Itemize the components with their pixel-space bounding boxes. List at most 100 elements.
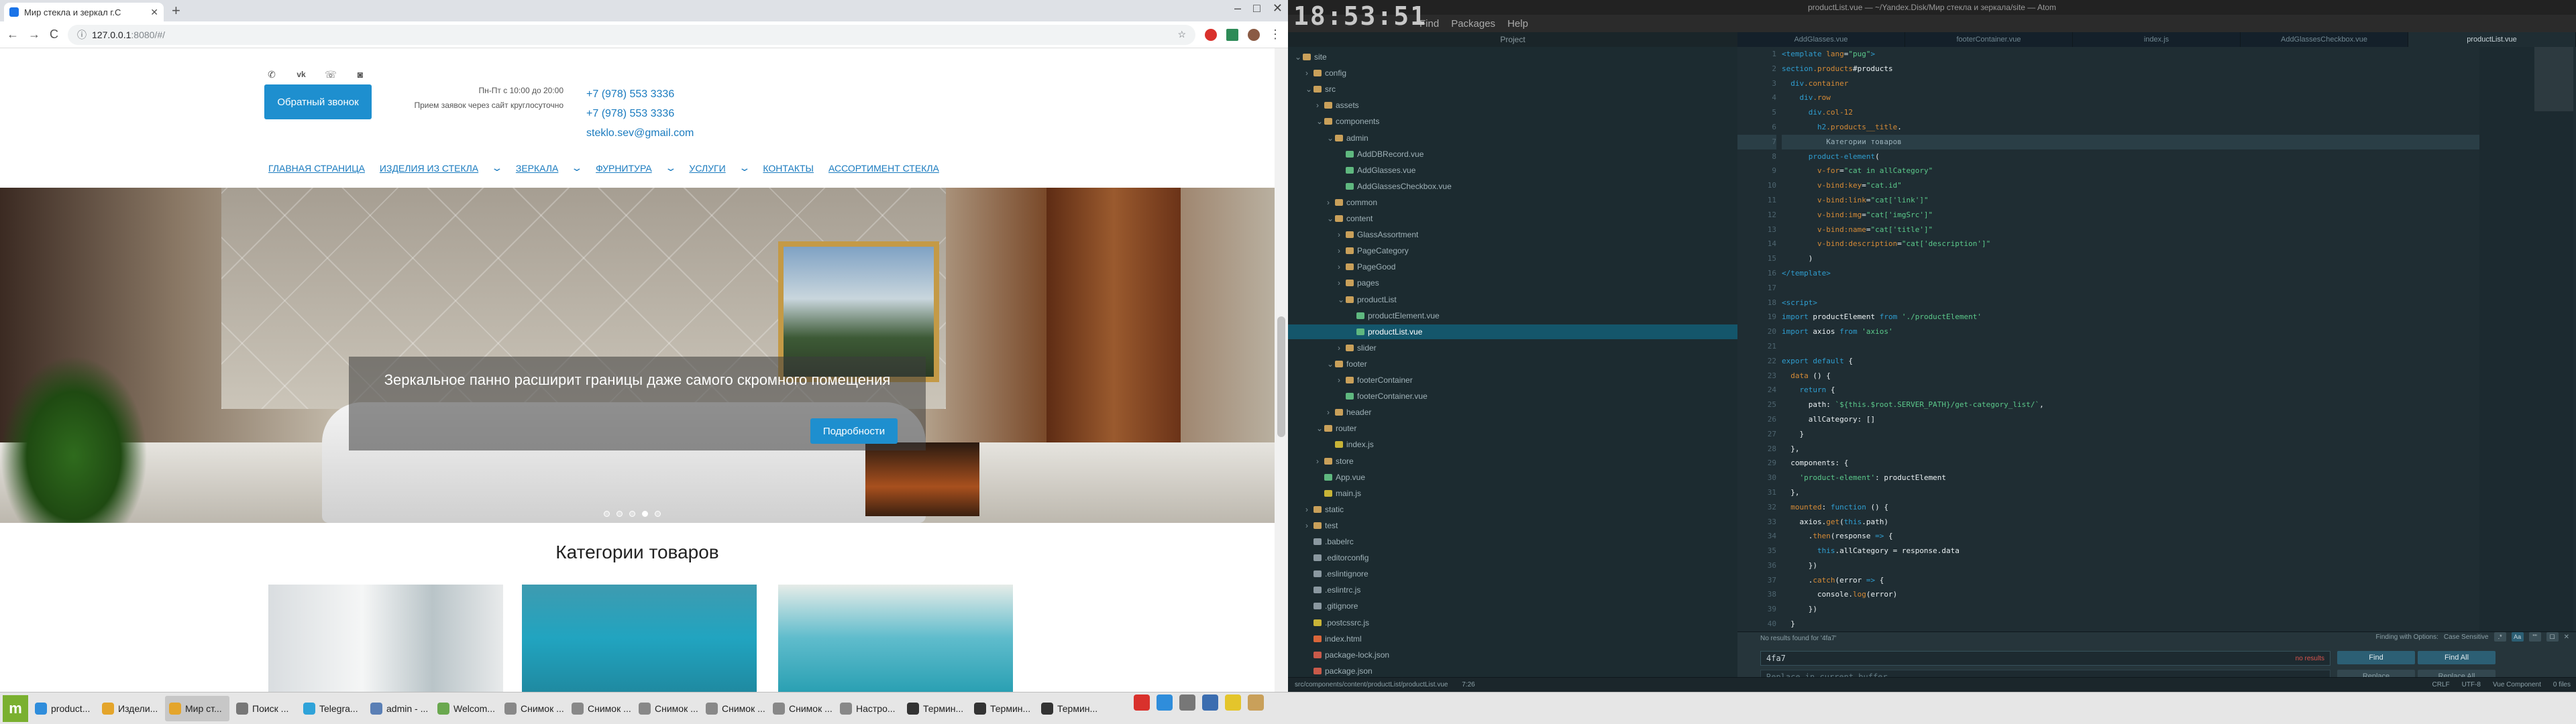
cursor-position[interactable]: 7:26 xyxy=(1462,681,1474,688)
whatsapp-icon[interactable]: ✆ xyxy=(264,67,279,82)
nav-link[interactable]: ФУРНИТУРА xyxy=(596,163,652,174)
regex-toggle[interactable]: .* xyxy=(2493,632,2506,642)
tree-item-folder[interactable]: ⌄ site xyxy=(1295,50,1327,64)
nav-link[interactable]: ГЛАВНАЯ СТРАНИЦА xyxy=(268,163,365,174)
taskbar-item[interactable]: Настро... xyxy=(836,696,900,721)
vue-devtools-icon[interactable] xyxy=(1226,28,1238,41)
instagram-icon[interactable]: ◙ xyxy=(353,67,368,82)
taskbar-item[interactable]: Издели... xyxy=(98,696,162,721)
whole-word-toggle[interactable]: "" xyxy=(2528,632,2541,642)
maximize-button[interactable]: □ xyxy=(1253,1,1260,15)
find-button[interactable]: Find xyxy=(2337,651,2415,664)
new-tab-button[interactable]: + xyxy=(172,3,180,19)
chevron-down-icon[interactable]: ⌄ xyxy=(571,162,584,174)
nav-link[interactable]: КОНТАКТЫ xyxy=(763,163,814,174)
browser-tab-active[interactable]: Мир стекла и зеркал г.С ✕ xyxy=(4,3,164,21)
phone-link[interactable]: +7 (978) 553 3336 xyxy=(586,104,694,123)
tree-item-dot[interactable]: .eslintrc.js xyxy=(1305,583,1360,597)
profile-avatar[interactable] xyxy=(1248,28,1260,41)
address-bar[interactable]: ⓘ 127.0.0.1 :8080/#/ ☆ xyxy=(68,24,1195,45)
taskbar-item[interactable]: Снимок ... xyxy=(769,696,833,721)
tray-icon[interactable] xyxy=(1225,695,1241,711)
tree-item-js[interactable]: .postcssrc.js xyxy=(1305,615,1369,630)
tray-icon[interactable] xyxy=(1157,695,1173,711)
callback-button[interactable]: Обратный звонок xyxy=(264,84,372,119)
tree-item-folder[interactable]: ⌄ content xyxy=(1327,211,1373,226)
taskbar-item[interactable]: Welcom... xyxy=(433,696,498,721)
taskbar-item[interactable]: Термин... xyxy=(903,696,967,721)
tree-item-json[interactable]: package-lock.json xyxy=(1305,648,1389,662)
carousel-dot[interactable] xyxy=(629,511,635,517)
taskbar-item[interactable]: admin - ... xyxy=(366,696,431,721)
tree-item-vue[interactable]: App.vue xyxy=(1316,470,1365,485)
taskbar-item[interactable]: Поиск ... xyxy=(232,696,297,721)
tree-item-dot[interactable]: .editorconfig xyxy=(1305,550,1368,565)
chevron-down-icon[interactable]: ⌄ xyxy=(491,162,504,174)
tree-item-folder[interactable]: ⌄ footer xyxy=(1327,357,1367,371)
taskbar-item[interactable]: Telegra... xyxy=(299,696,364,721)
tree-item-vue[interactable]: productList.vue xyxy=(1288,324,1737,339)
tree-item-folder[interactable]: › pages xyxy=(1338,276,1379,290)
tree-item-folder[interactable]: ⌄ admin xyxy=(1327,131,1368,145)
tree-item-folder[interactable]: › common xyxy=(1327,195,1377,210)
tree-item-folder[interactable]: ⌄ router xyxy=(1316,421,1356,436)
carousel-dot[interactable] xyxy=(655,511,661,517)
carousel-dot[interactable] xyxy=(604,511,610,517)
tree-item-vue[interactable]: productElement.vue xyxy=(1348,308,1440,323)
close-window-button[interactable]: ✕ xyxy=(1273,1,1283,15)
tree-item-html[interactable]: index.html xyxy=(1305,631,1362,646)
scrollbar-thumb[interactable] xyxy=(1277,316,1285,437)
tree-item-vue[interactable]: AddGlassesCheckbox.vue xyxy=(1338,179,1452,194)
carousel-dot[interactable] xyxy=(642,511,648,517)
taskbar-item[interactable]: product... xyxy=(31,696,95,721)
category-card-image[interactable] xyxy=(778,585,1013,692)
menu-help[interactable]: Help xyxy=(1507,18,1528,29)
editor-tab[interactable]: AddGlassesCheckbox.vue xyxy=(2241,32,2408,47)
phone-link[interactable]: +7 (978) 553 3336 xyxy=(586,84,694,104)
tree-item-folder[interactable]: › static xyxy=(1305,502,1344,517)
tree-item-folder[interactable]: › header xyxy=(1327,405,1371,420)
info-icon[interactable]: ⓘ xyxy=(77,28,87,42)
chrome-menu-icon[interactable]: ⋮ xyxy=(1269,27,1281,42)
page-scrollbar[interactable] xyxy=(1275,48,1288,692)
minimap[interactable] xyxy=(2479,47,2573,631)
tray-icon[interactable] xyxy=(1134,695,1150,711)
category-card-image[interactable] xyxy=(522,585,757,692)
tree-item-folder[interactable]: › GlassAssortment xyxy=(1338,227,1418,242)
file-encoding[interactable]: UTF-8 xyxy=(2462,681,2481,688)
tree-item-folder[interactable]: › PageCategory xyxy=(1338,243,1409,258)
opera-extension-icon[interactable] xyxy=(1205,28,1217,41)
tree-item-dot[interactable]: .eslintignore xyxy=(1305,566,1368,581)
taskbar-item[interactable]: Снимок ... xyxy=(500,696,565,721)
editor-tab[interactable]: footerContainer.vue xyxy=(1905,32,2073,47)
tree-item-js[interactable]: index.js xyxy=(1327,437,1374,452)
tree-item-vue[interactable]: footerContainer.vue xyxy=(1338,389,1428,404)
chevron-down-icon[interactable]: ⌄ xyxy=(664,162,677,174)
tree-item-folder[interactable]: › footerContainer xyxy=(1338,373,1413,387)
close-tab-icon[interactable]: ✕ xyxy=(150,7,158,18)
file-path[interactable]: src/components/content/productList/produ… xyxy=(1295,681,1448,688)
back-arrow-icon[interactable]: ← xyxy=(7,27,19,42)
close-find-icon[interactable]: ✕ xyxy=(2564,634,2569,641)
tree-item-folder[interactable]: › slider xyxy=(1338,341,1377,355)
tree-item-js[interactable]: main.js xyxy=(1316,486,1361,501)
tree-item-vue[interactable]: AddGlasses.vue xyxy=(1338,163,1415,178)
tree-item-folder[interactable]: ⌄ components xyxy=(1316,114,1379,129)
editor-tab[interactable]: productList.vue xyxy=(2408,32,2576,47)
menu-packages[interactable]: Packages xyxy=(1451,18,1495,29)
grammar-selector[interactable]: Vue Component xyxy=(2493,681,2541,688)
editor-tab[interactable]: AddGlasses.vue xyxy=(1737,32,1905,47)
tray-icon[interactable] xyxy=(1179,695,1195,711)
vk-icon[interactable]: vk xyxy=(294,67,309,82)
editor-tab[interactable]: index.js xyxy=(2073,32,2241,47)
minimize-button[interactable]: – xyxy=(1234,1,1241,15)
tree-item-folder[interactable]: › store xyxy=(1316,454,1354,469)
selection-only-toggle[interactable]: ☐ xyxy=(2546,632,2559,642)
find-all-button[interactable]: Find All xyxy=(2418,651,2496,664)
nav-link[interactable]: УСЛУГИ xyxy=(689,163,725,174)
line-ending[interactable]: CRLF xyxy=(2432,681,2450,688)
taskbar-item[interactable]: Мир ст... xyxy=(165,695,229,721)
case-sensitive-toggle[interactable]: Aa xyxy=(2511,632,2524,642)
taskbar-item[interactable]: Снимок ... xyxy=(702,696,766,721)
nav-link[interactable]: ИЗДЕЛИЯ ИЗ СТЕКЛА xyxy=(380,163,478,174)
